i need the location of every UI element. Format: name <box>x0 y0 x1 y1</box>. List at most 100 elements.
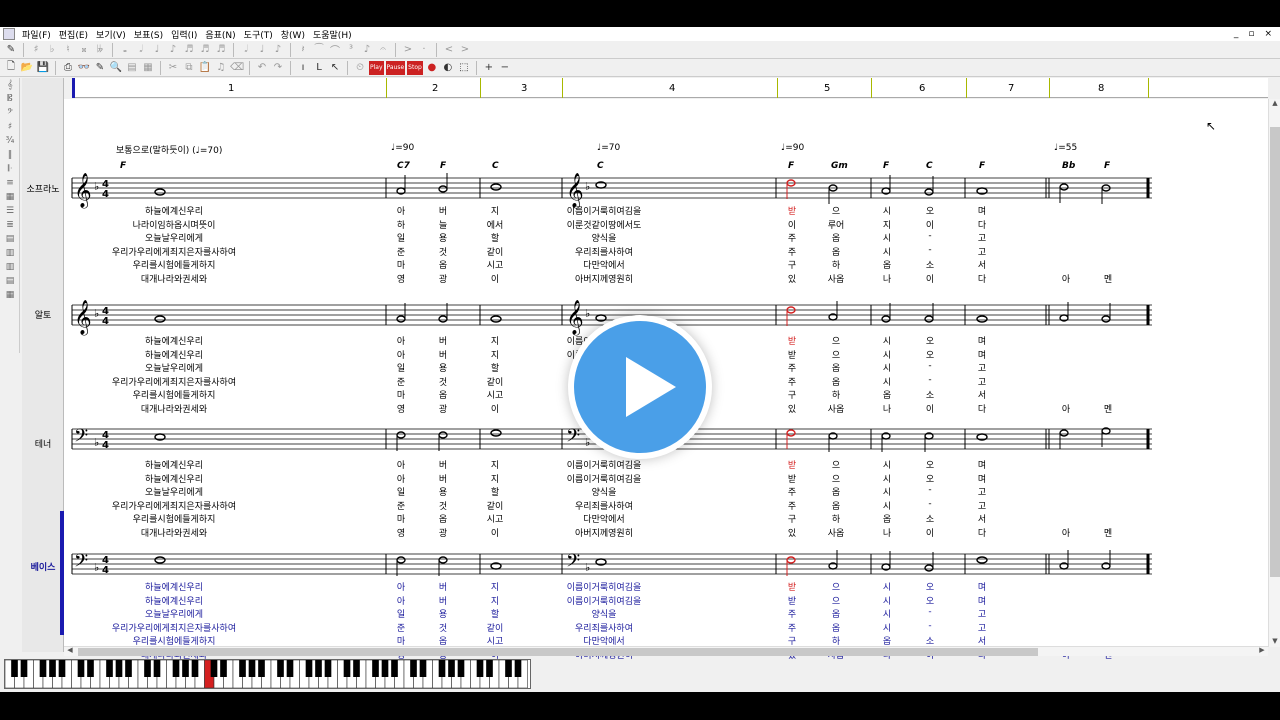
lyric-syllable[interactable]: 일 <box>397 485 405 498</box>
lyric-syllable[interactable]: 것 <box>439 245 447 258</box>
accent-icon[interactable]: > <box>401 43 415 57</box>
piano-black-key[interactable] <box>115 660 123 677</box>
lyric-syllable[interactable]: 오 <box>926 458 934 471</box>
lyric-syllable[interactable]: 옵 <box>439 258 447 271</box>
lyric-syllable[interactable]: 우리를시험에들게하지 <box>133 388 216 401</box>
delete-icon[interactable]: ⌫ <box>230 61 244 75</box>
lyric-syllable[interactable]: - <box>928 245 931 255</box>
lyric-syllable[interactable]: 같이 <box>487 245 504 258</box>
double-flat-icon[interactable]: 𝄫 <box>93 43 107 57</box>
lyric-syllable[interactable]: 옵 <box>832 245 840 258</box>
lyric-syllable[interactable]: 하늘에계신우리 <box>145 204 203 217</box>
staccato-icon[interactable]: · <box>417 43 431 57</box>
lyric-syllable[interactable]: 준 <box>397 245 405 258</box>
lyric-syllable[interactable]: 같이 <box>487 621 504 634</box>
lyric-syllable[interactable]: 며 <box>978 472 986 485</box>
menu-input[interactable]: 입력(I) <box>167 28 201 41</box>
lyric-syllable[interactable]: 시 <box>883 375 891 388</box>
lyric-syllable[interactable]: 지 <box>491 472 499 485</box>
score-setup-icon[interactable]: ▦ <box>141 61 155 75</box>
lyric-syllable[interactable]: 멘 <box>1104 272 1112 285</box>
edit-mode-icon[interactable]: ✎ <box>4 43 18 57</box>
lyric-syllable[interactable]: 영 <box>397 272 405 285</box>
piano-black-key[interactable] <box>305 660 313 677</box>
lyric-syllable[interactable]: 고 <box>978 231 986 244</box>
lyric-syllable[interactable]: 시 <box>883 231 891 244</box>
scroll-right-icon[interactable]: ▶ <box>1256 646 1268 656</box>
note[interactable] <box>438 185 448 193</box>
lyric-syllable[interactable]: 시 <box>883 245 891 258</box>
lyric-syllable[interactable]: 구 <box>788 258 796 271</box>
lyric-syllable[interactable]: 우리를시험에들게하지 <box>133 512 216 525</box>
lyric-syllable[interactable]: 양식을 <box>592 231 617 244</box>
lyric-syllable[interactable]: 오 <box>926 594 934 607</box>
lyric-syllable[interactable]: 있 <box>788 526 796 539</box>
lyric-syllable[interactable]: 같이 <box>487 375 504 388</box>
double-sharp-icon[interactable]: 𝄪 <box>77 43 91 57</box>
record-icon[interactable]: ● <box>425 61 439 75</box>
play-button[interactable]: Play <box>369 60 384 75</box>
note[interactable] <box>438 431 448 439</box>
lyric-syllable[interactable]: 주 <box>788 245 796 258</box>
note[interactable] <box>490 429 502 437</box>
lyric-syllable[interactable]: 시고 <box>487 258 504 271</box>
lyric-syllable[interactable]: 지 <box>491 348 499 361</box>
lyric-syllable[interactable]: 우리가우리에게죄지은자를사하여 <box>112 499 236 512</box>
lyric-syllable[interactable]: 이름이거룩히여김을 <box>567 458 642 471</box>
lyric-syllable[interactable]: 지 <box>491 458 499 471</box>
menu-note[interactable]: 음표(N) <box>201 28 239 41</box>
lyric-syllable[interactable]: 으 <box>832 580 840 593</box>
piano-black-key[interactable] <box>486 660 493 677</box>
lyric-syllable[interactable]: 있 <box>788 272 796 285</box>
lyric-syllable[interactable]: 주 <box>788 361 796 374</box>
staff-bass[interactable]: 𝄢 ♭44 𝄢 ♭ <box>71 550 1152 576</box>
lyric-syllable[interactable]: 옵 <box>883 258 891 271</box>
lyric-syllable[interactable]: 다 <box>978 218 986 231</box>
lyric-syllable[interactable]: 우리죄를사하여 <box>575 621 633 634</box>
lyric-syllable[interactable]: 영 <box>397 402 405 415</box>
piano-black-key[interactable] <box>258 660 265 677</box>
stop-button[interactable]: Stop <box>407 60 423 75</box>
chord-symbol[interactable]: Bb <box>1062 161 1075 171</box>
measure-number[interactable]: 7 <box>1008 83 1014 94</box>
lyric-syllable[interactable]: 서 <box>978 512 986 525</box>
lyric-syllable[interactable]: 소 <box>926 388 934 401</box>
lyric-syllable[interactable]: 받 <box>788 580 796 593</box>
minimize-button[interactable]: _ <box>1234 29 1239 39</box>
lyric-syllable[interactable]: 고 <box>978 607 986 620</box>
lyric-syllable[interactable]: 마 <box>397 388 405 401</box>
piano-black-key[interactable] <box>343 660 351 677</box>
lyric-syllable[interactable]: 다만악에서 <box>583 512 624 525</box>
lyric-syllable[interactable]: 이룬것같이땅에서도 <box>567 218 642 231</box>
lyric-syllable[interactable]: 우리죄를사하여 <box>575 245 633 258</box>
lyric-syllable[interactable]: 하 <box>832 258 840 271</box>
lyric-syllable[interactable]: 다 <box>978 526 986 539</box>
lyric-syllable[interactable]: 고 <box>978 499 986 512</box>
piano-black-key[interactable] <box>286 660 294 677</box>
note[interactable] <box>438 315 448 323</box>
grid-icon[interactable]: ▦ <box>2 192 18 204</box>
grace-note-icon[interactable]: ♪ <box>360 43 374 57</box>
lyric-syllable[interactable]: 대개나라와권세와 <box>141 402 207 415</box>
piano-black-key[interactable] <box>514 660 522 677</box>
tempo-marking[interactable]: ♩=55 <box>1054 143 1077 153</box>
lyric-syllable[interactable]: 같이 <box>487 499 504 512</box>
undo-icon[interactable]: ↶ <box>255 61 269 75</box>
chord-symbol[interactable]: F <box>1104 161 1110 171</box>
lyric-syllable[interactable]: 있 <box>788 402 796 415</box>
sharp-icon[interactable]: ♯ <box>29 43 43 57</box>
table-icon[interactable]: ▤ <box>2 234 18 246</box>
note[interactable] <box>1101 315 1111 323</box>
note[interactable] <box>924 564 934 572</box>
print-icon[interactable]: ⎙ <box>61 61 75 75</box>
paste-icon[interactable]: 📋 <box>198 61 212 75</box>
lyric-syllable[interactable]: 버 <box>439 204 447 217</box>
lyric-syllable[interactable]: 이 <box>491 272 499 285</box>
lyric-syllable[interactable]: 고 <box>978 375 986 388</box>
lyric-syllable[interactable]: 우리가우리에게죄지은자를사하여 <box>112 375 236 388</box>
part-label-soprano[interactable]: 소프라노 <box>24 182 62 195</box>
piano-black-key[interactable] <box>20 660 28 677</box>
lyric-syllable[interactable]: 아 <box>397 348 405 361</box>
dotted-half-icon[interactable]: 𝅗𝅥 <box>239 43 253 57</box>
menu-edit[interactable]: 편집(E) <box>55 28 92 41</box>
